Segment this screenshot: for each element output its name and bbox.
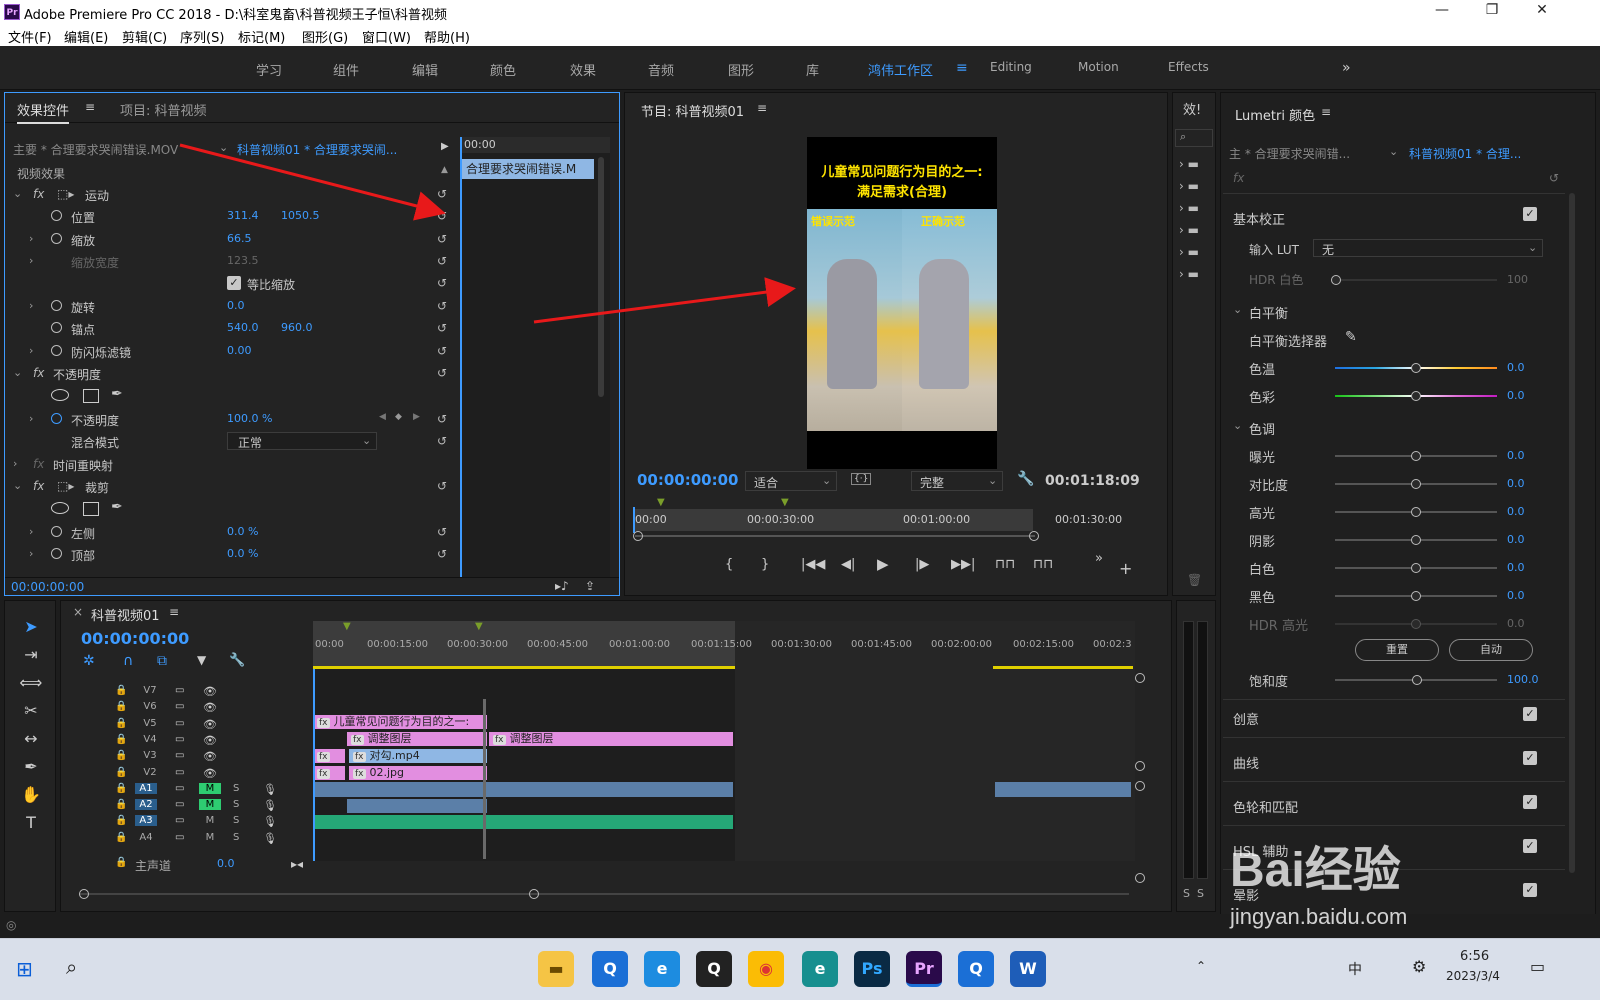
annotation-arrows [179,143,796,324]
arrow-to-reset [179,143,446,221]
arrow-to-video [533,277,796,324]
